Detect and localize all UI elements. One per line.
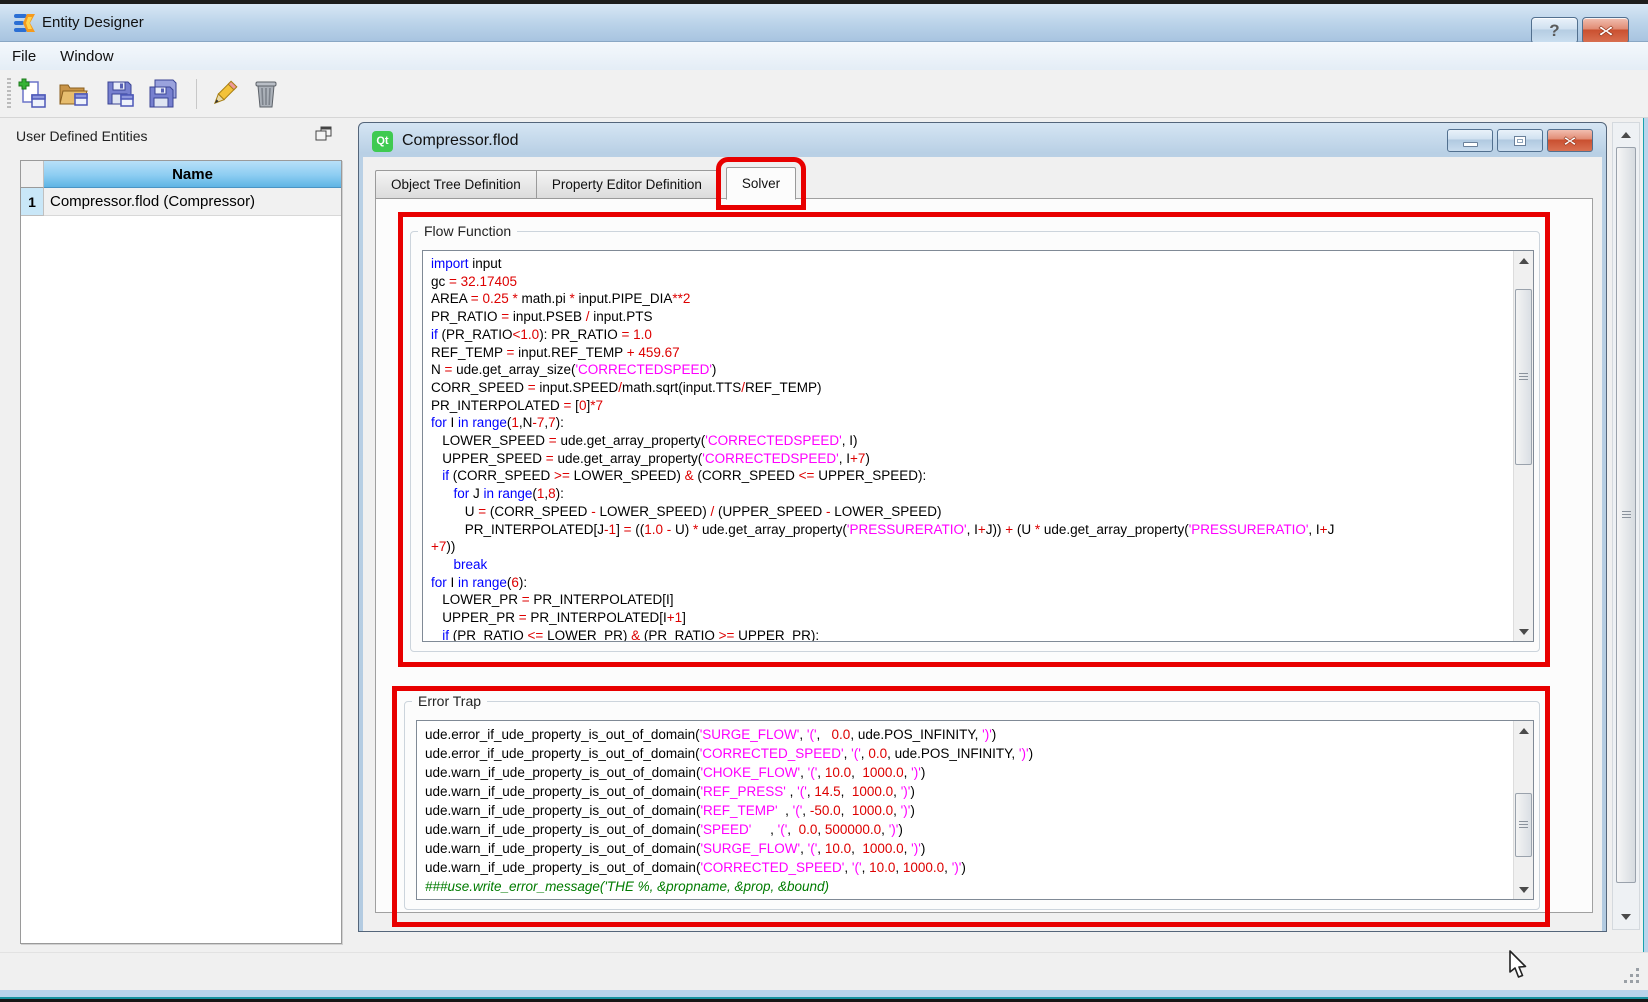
flow-function-label: Flow Function xyxy=(418,223,517,239)
help-button[interactable]: ? xyxy=(1531,17,1578,44)
edit-entity-button[interactable] xyxy=(206,76,242,112)
open-entity-icon xyxy=(58,78,90,110)
app-icon xyxy=(13,11,37,35)
entity-name-cell[interactable]: Compressor.flod (Compressor) xyxy=(44,188,341,216)
scroll-up-icon[interactable] xyxy=(1515,722,1532,739)
save-all-entities-button[interactable] xyxy=(146,76,182,112)
table-header-row: Name xyxy=(21,161,341,188)
error-trap-label: Error Trap xyxy=(412,693,487,709)
flow-function-code[interactable]: import inputgc = 32.17405AREA = 0.25 * m… xyxy=(423,251,1513,641)
resize-grip[interactable] xyxy=(1616,962,1642,986)
table-corner-cell xyxy=(21,161,44,188)
child-maximize-button[interactable] xyxy=(1497,129,1543,152)
delete-entity-button[interactable] xyxy=(248,76,284,112)
table-row[interactable]: 1 Compressor.flod (Compressor) xyxy=(21,188,341,216)
error-trap-scrollbar[interactable] xyxy=(1513,721,1533,899)
scroll-down-icon[interactable] xyxy=(1515,881,1532,898)
mouse-cursor xyxy=(1508,950,1530,980)
tab-property-editor-definition[interactable]: Property Editor Definition xyxy=(537,170,718,199)
open-entity-button[interactable] xyxy=(56,76,92,112)
scrollbar-thumb[interactable] xyxy=(1515,793,1532,857)
menu-file[interactable]: File xyxy=(0,45,48,68)
dock-title: User Defined Entities xyxy=(16,128,148,144)
flow-function-editor[interactable]: import inputgc = 32.17405AREA = 0.25 * m… xyxy=(422,250,1534,642)
save-all-entities-icon xyxy=(147,78,181,110)
error-trap-code[interactable]: ude.error_if_ude_property_is_out_of_doma… xyxy=(417,721,1513,899)
child-window-title: Compressor.flod xyxy=(402,132,519,150)
save-entity-icon xyxy=(104,78,136,110)
child-close-button[interactable] xyxy=(1547,129,1593,152)
toolbar-separator xyxy=(196,79,197,109)
name-column-header[interactable]: Name xyxy=(44,161,341,188)
menu-window[interactable]: Window xyxy=(48,45,125,68)
child-minimize-button[interactable] xyxy=(1447,129,1493,152)
window-right-edge xyxy=(1643,118,1648,990)
child-close-icon xyxy=(1563,135,1577,147)
scroll-down-icon[interactable] xyxy=(1615,907,1637,927)
menu-bar: File Window xyxy=(0,42,1648,70)
scrollbar-thumb[interactable] xyxy=(1616,147,1636,883)
toolbar-grip[interactable] xyxy=(7,78,11,110)
maximize-icon xyxy=(1514,136,1526,146)
tab-solver[interactable]: Solver xyxy=(726,167,796,200)
title-bar[interactable]: Entity Designer xyxy=(0,4,1648,42)
row-number-cell[interactable]: 1 xyxy=(21,188,44,216)
scroll-up-icon[interactable] xyxy=(1615,125,1637,145)
save-entity-button[interactable] xyxy=(102,76,138,112)
scroll-down-icon[interactable] xyxy=(1515,623,1532,640)
new-entity-icon xyxy=(16,78,48,110)
app-window: Entity Designer ? File Window xyxy=(0,0,1648,1002)
trash-icon xyxy=(251,78,281,110)
close-icon xyxy=(1598,24,1614,38)
float-panel-icon[interactable] xyxy=(315,126,333,142)
tab-object-tree-definition[interactable]: Object Tree Definition xyxy=(375,170,537,199)
edit-pencil-icon xyxy=(208,78,240,110)
close-button[interactable] xyxy=(1582,17,1629,44)
window-bottom-border xyxy=(0,990,1648,997)
qt-icon: Qt xyxy=(372,131,393,152)
flow-function-scrollbar[interactable] xyxy=(1513,251,1533,641)
tab-bar: Object Tree Definition Property Editor D… xyxy=(375,167,796,199)
scroll-up-icon[interactable] xyxy=(1515,252,1532,269)
child-title-bar[interactable]: Qt Compressor.flod xyxy=(363,126,1602,156)
scrollbar-thumb[interactable] xyxy=(1515,289,1532,465)
mdi-scrollbar[interactable] xyxy=(1612,122,1640,930)
error-trap-editor[interactable]: ude.error_if_ude_property_is_out_of_doma… xyxy=(416,720,1534,900)
status-bar xyxy=(0,952,1648,990)
dock-header: User Defined Entities xyxy=(8,122,348,150)
entities-table: Name 1 Compressor.flod (Compressor) xyxy=(20,160,342,944)
new-entity-button[interactable] xyxy=(14,76,50,112)
minimize-icon xyxy=(1463,142,1478,147)
window-title: Entity Designer xyxy=(42,14,144,31)
